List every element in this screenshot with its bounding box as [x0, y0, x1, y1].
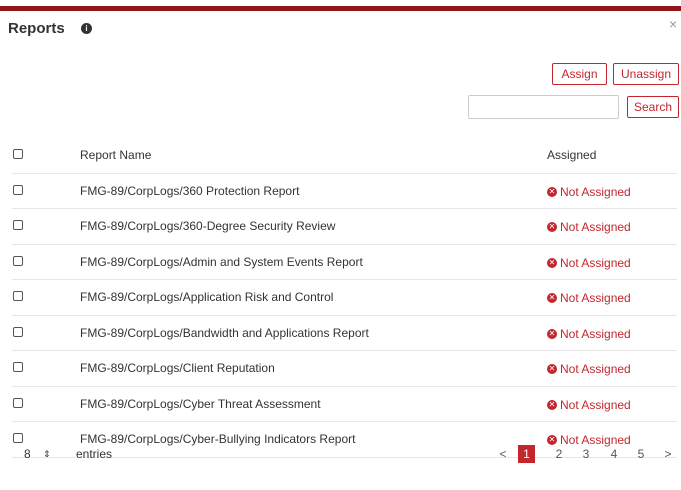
next-page-button[interactable]: >: [662, 445, 674, 463]
prev-page-button[interactable]: <: [497, 445, 509, 463]
status-label: Not Assigned: [560, 362, 631, 377]
not-assigned-icon: ✕: [547, 435, 557, 446]
search-input[interactable]: [468, 95, 619, 119]
reports-table: Report Name Assigned FMG-89/CorpLogs/360…: [12, 137, 677, 458]
report-name-cell: FMG-89/CorpLogs/Application Risk and Con…: [80, 279, 547, 316]
status-badge: ✕ Not Assigned: [547, 362, 631, 376]
status-label: Not Assigned: [560, 184, 631, 199]
not-assigned-icon: ✕: [547, 293, 557, 304]
column-header-report-name[interactable]: Report Name: [80, 137, 547, 174]
report-name-cell: FMG-89/CorpLogs/Client Reputation: [80, 350, 547, 387]
page-size-value: 8: [24, 447, 31, 461]
not-assigned-icon: ✕: [547, 222, 557, 233]
table-row: FMG-89/CorpLogs/Client Reputation ✕ Not A…: [12, 350, 677, 387]
row-checkbox[interactable]: [13, 362, 23, 373]
unassign-button[interactable]: Unassign: [613, 63, 679, 85]
search-button[interactable]: Search: [627, 96, 679, 118]
table-row: FMG-89/CorpLogs/Cyber Threat Assessment …: [12, 386, 677, 422]
report-name-cell: FMG-89/CorpLogs/Cyber-Bullying Indicator…: [80, 421, 547, 458]
row-checkbox[interactable]: [13, 184, 23, 195]
status-badge: ✕ Not Assigned: [547, 185, 631, 199]
status-badge: ✕ Not Assigned: [547, 220, 631, 234]
table-header-row: Report Name Assigned: [12, 137, 677, 174]
table-row: FMG-89/CorpLogs/360 Protection Report ✕ N…: [12, 173, 677, 209]
report-name-cell: FMG-89/CorpLogs/360 Protection Report: [80, 173, 547, 209]
info-circle-icon[interactable]: i: [81, 23, 92, 34]
report-name-cell: FMG-89/CorpLogs/Cyber Threat Assessment: [80, 386, 547, 422]
status-badge: ✕ Not Assigned: [547, 398, 631, 412]
row-checkbox[interactable]: [13, 255, 23, 266]
not-assigned-icon: ✕: [547, 399, 557, 410]
table-row: FMG-89/CorpLogs/360-Degree Security Revi…: [12, 208, 677, 245]
status-label: Not Assigned: [560, 220, 631, 235]
not-assigned-icon: ✕: [547, 257, 557, 268]
status-label: Not Assigned: [560, 433, 631, 448]
page-button-3[interactable]: 3: [580, 445, 592, 463]
close-icon[interactable]: ×: [669, 16, 677, 32]
status-label: Not Assigned: [560, 255, 631, 270]
row-checkbox[interactable]: [13, 397, 23, 408]
status-label: Not Assigned: [560, 291, 631, 306]
page-button-4[interactable]: 4: [608, 445, 620, 463]
row-checkbox[interactable]: [13, 291, 23, 302]
row-checkbox[interactable]: [13, 433, 23, 444]
select-all-checkbox[interactable]: [13, 148, 23, 159]
not-assigned-icon: ✕: [547, 364, 557, 375]
page-button-5[interactable]: 5: [635, 445, 647, 463]
page-button-2[interactable]: 2: [553, 445, 565, 463]
status-label: Not Assigned: [560, 397, 631, 412]
status-label: Not Assigned: [560, 326, 631, 341]
row-checkbox[interactable]: [13, 326, 23, 337]
report-name-cell: FMG-89/CorpLogs/Bandwidth and Applicatio…: [80, 315, 547, 351]
table-row: FMG-89/CorpLogs/Bandwidth and Applicatio…: [12, 315, 677, 351]
status-badge: ✕ Not Assigned: [547, 256, 631, 270]
assign-button[interactable]: Assign: [552, 63, 607, 85]
status-badge: ✕ Not Assigned: [547, 291, 631, 305]
table-row: FMG-89/CorpLogs/Admin and System Events …: [12, 244, 677, 280]
page-size-select[interactable]: 8 ⇕: [17, 443, 65, 465]
row-checkbox[interactable]: [13, 220, 23, 231]
page-button-1[interactable]: 1: [518, 445, 535, 463]
not-assigned-icon: ✕: [547, 186, 557, 197]
report-name-cell: FMG-89/CorpLogs/360-Degree Security Revi…: [80, 208, 547, 245]
not-assigned-icon: ✕: [547, 328, 557, 339]
table-row: FMG-89/CorpLogs/Application Risk and Con…: [12, 279, 677, 316]
modal-header-bar: [0, 6, 681, 11]
status-badge: ✕ Not Assigned: [547, 327, 631, 341]
sort-arrows-icon: ⇕: [43, 449, 51, 459]
entries-label: entries: [76, 447, 113, 461]
report-name-cell: FMG-89/CorpLogs/Admin and System Events …: [80, 244, 547, 280]
modal-title: Reports: [8, 20, 65, 37]
column-header-assigned[interactable]: Assigned: [547, 137, 677, 174]
